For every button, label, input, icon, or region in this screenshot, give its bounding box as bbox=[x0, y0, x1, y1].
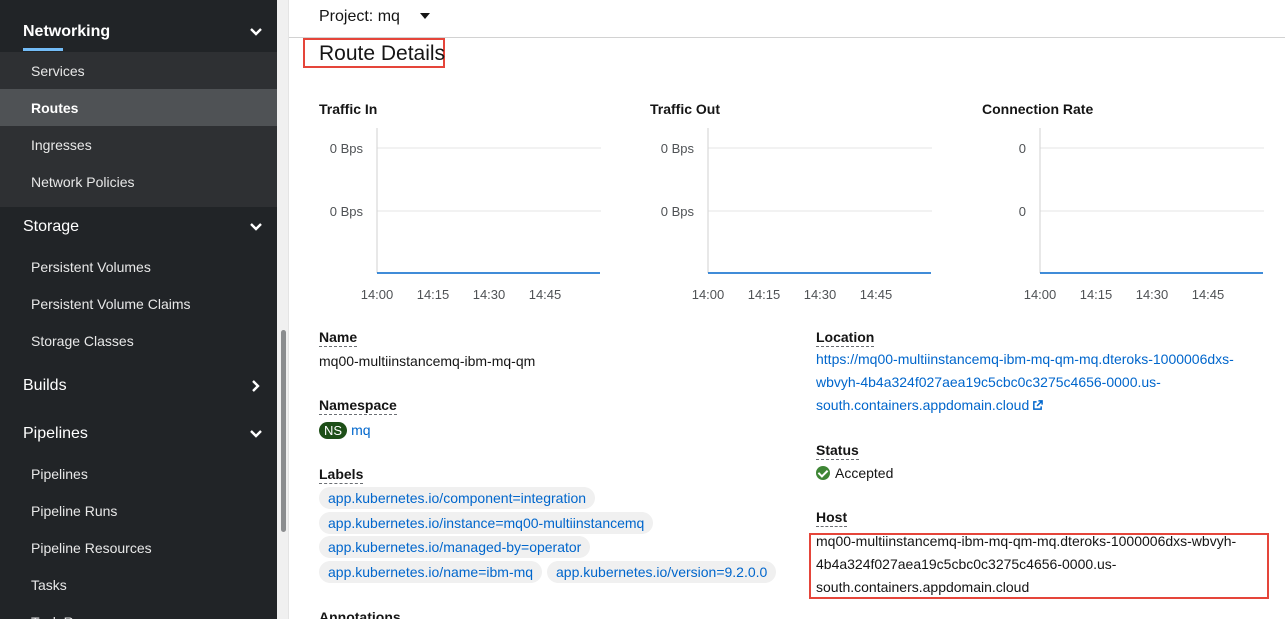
nav-section-builds[interactable]: Builds bbox=[0, 366, 277, 406]
label-chip[interactable]: app.kubernetes.io/version=9.2.0.0 bbox=[547, 561, 777, 583]
sidebar-item-persistent-volume-claims[interactable]: Persistent Volume Claims bbox=[0, 285, 277, 322]
chart-y-tick-label: 0 bbox=[1019, 141, 1026, 156]
status-text: Accepted bbox=[835, 465, 894, 481]
label-chip[interactable]: app.kubernetes.io/component=integration bbox=[319, 487, 596, 509]
main-content: Project: mq Route Details Traffic In Tra… bbox=[289, 0, 1285, 619]
sidebar-item-services[interactable]: Services bbox=[0, 52, 277, 89]
project-selector[interactable]: Project: mq bbox=[319, 8, 400, 26]
project-bar: Project: mq bbox=[289, 0, 1285, 38]
chart-x-tick-label: 14:45 bbox=[529, 287, 562, 302]
sidebar-scrollbar-thumb[interactable] bbox=[281, 330, 286, 532]
annotations-label: Annotations bbox=[319, 609, 401, 619]
page-title: Route Details bbox=[319, 42, 446, 65]
chart-x-tick-label: 14:15 bbox=[748, 287, 781, 302]
chart-x-tick-label: 14:00 bbox=[692, 287, 725, 302]
chevron-down-icon bbox=[250, 430, 262, 438]
location-label: Location bbox=[816, 329, 875, 347]
chart-x-tick-label: 14:30 bbox=[1136, 287, 1169, 302]
chevron-down-icon bbox=[250, 28, 262, 36]
sidebar-item-pipeline-resources[interactable]: Pipeline Resources bbox=[0, 529, 277, 566]
namespace-label: Namespace bbox=[319, 397, 397, 415]
chart-connection-rate: 0 0 14:00 14:15 14:30 14:45 bbox=[1019, 128, 1264, 302]
chart-x-tick-label: 14:30 bbox=[473, 287, 506, 302]
name-value: mq00-multiinstancemq-ibm-mq-qm bbox=[319, 353, 536, 369]
chart-title-traffic-out: Traffic Out bbox=[650, 101, 721, 117]
host-label: Host bbox=[816, 509, 848, 527]
chart-traffic-out: 0 Bps 0 Bps 14:00 14:15 14:30 14:45 bbox=[661, 128, 932, 302]
nav-section-networking[interactable]: Networking bbox=[0, 12, 277, 52]
chart-y-tick-label: 0 Bps bbox=[661, 141, 695, 156]
name-label: Name bbox=[319, 329, 358, 347]
sidebar-item-pipeline-runs[interactable]: Pipeline Runs bbox=[0, 492, 277, 529]
sidebar-item-routes[interactable]: Routes bbox=[0, 89, 277, 126]
host-line: 4b4a324f027aea19c5cbc0c3275c4656-0000.us… bbox=[816, 556, 1117, 572]
chevron-down-icon bbox=[250, 223, 262, 231]
chart-x-tick-label: 14:15 bbox=[1080, 287, 1113, 302]
nav-section-storage-label: Storage bbox=[23, 218, 80, 235]
chart-x-tick-label: 14:00 bbox=[361, 287, 394, 302]
chart-y-tick-label: 0 Bps bbox=[330, 204, 364, 219]
chart-traffic-in: 0 Bps 0 Bps 14:00 14:15 14:30 14:45 bbox=[330, 128, 601, 302]
nav-section-pipelines[interactable]: Pipelines bbox=[0, 414, 277, 454]
host-line: mq00-multiinstancemq-ibm-mq-qm-mq.dterok… bbox=[816, 533, 1237, 549]
location-line: wbvyh-4b4a324f027aea19c5cbc0c3275c4656-0… bbox=[816, 374, 1161, 390]
chart-y-tick-label: 0 Bps bbox=[330, 141, 364, 156]
sidebar-item-network-policies[interactable]: Network Policies bbox=[0, 163, 277, 200]
label-chip[interactable]: app.kubernetes.io/managed-by=operator bbox=[319, 536, 591, 558]
chart-x-tick-label: 14:45 bbox=[1192, 287, 1225, 302]
nav-section-storage[interactable]: Storage bbox=[0, 207, 277, 247]
chart-x-tick-label: 14:15 bbox=[417, 287, 450, 302]
chart-y-tick-label: 0 bbox=[1019, 204, 1026, 219]
location-line: south.containers.appdomain.cloud bbox=[816, 397, 1030, 413]
location-link[interactable]: https://mq00-multiinstancemq-ibm-mq-qm-m… bbox=[816, 348, 1271, 417]
sidebar-item-task-runs[interactable]: Task Runs bbox=[0, 603, 277, 619]
namespace-link[interactable]: mq bbox=[351, 422, 370, 438]
nav-section-pipelines-label: Pipelines bbox=[23, 425, 88, 442]
nav-section-networking-label: Networking bbox=[23, 23, 111, 40]
chart-x-tick-label: 14:00 bbox=[1024, 287, 1057, 302]
namespace-value: NS mq bbox=[319, 419, 371, 442]
location-line-last: south.containers.appdomain.cloud bbox=[816, 394, 1271, 417]
caret-down-icon[interactable] bbox=[420, 13, 430, 19]
host-line: south.containers.appdomain.cloud bbox=[816, 579, 1030, 595]
chart-title-connection-rate: Connection Rate bbox=[982, 101, 1094, 117]
chart-y-tick-label: 0 Bps bbox=[661, 204, 695, 219]
check-circle-icon bbox=[816, 466, 830, 480]
chevron-right-icon bbox=[252, 380, 260, 392]
sidebar-nav: Networking Services Routes Ingresses Net… bbox=[0, 0, 277, 619]
external-link-icon bbox=[1033, 400, 1044, 410]
active-section-indicator bbox=[23, 48, 63, 51]
sidebar-item-pipelines[interactable]: Pipelines bbox=[0, 455, 277, 492]
sidebar-item-persistent-volumes[interactable]: Persistent Volumes bbox=[0, 248, 277, 285]
labels-label: Labels bbox=[319, 466, 364, 484]
label-chip[interactable]: app.kubernetes.io/instance=mq00-multiins… bbox=[319, 512, 654, 534]
label-chip[interactable]: app.kubernetes.io/name=ibm-mq bbox=[319, 561, 543, 583]
chart-x-tick-label: 14:30 bbox=[804, 287, 837, 302]
status-value: Accepted bbox=[816, 462, 893, 485]
chart-title-traffic-in: Traffic In bbox=[319, 101, 378, 117]
status-label: Status bbox=[816, 442, 859, 460]
page-title-highlight: Route Details bbox=[303, 38, 445, 68]
host-value: mq00-multiinstancemq-ibm-mq-qm-mq.dterok… bbox=[816, 530, 1268, 599]
sidebar-item-storage-classes[interactable]: Storage Classes bbox=[0, 322, 277, 359]
namespace-badge: NS bbox=[319, 422, 348, 439]
sidebar-item-ingresses[interactable]: Ingresses bbox=[0, 126, 277, 163]
sidebar-item-tasks[interactable]: Tasks bbox=[0, 566, 277, 603]
chart-x-tick-label: 14:45 bbox=[860, 287, 893, 302]
location-line: https://mq00-multiinstancemq-ibm-mq-qm-m… bbox=[816, 351, 1234, 367]
nav-section-builds-label: Builds bbox=[23, 377, 67, 394]
